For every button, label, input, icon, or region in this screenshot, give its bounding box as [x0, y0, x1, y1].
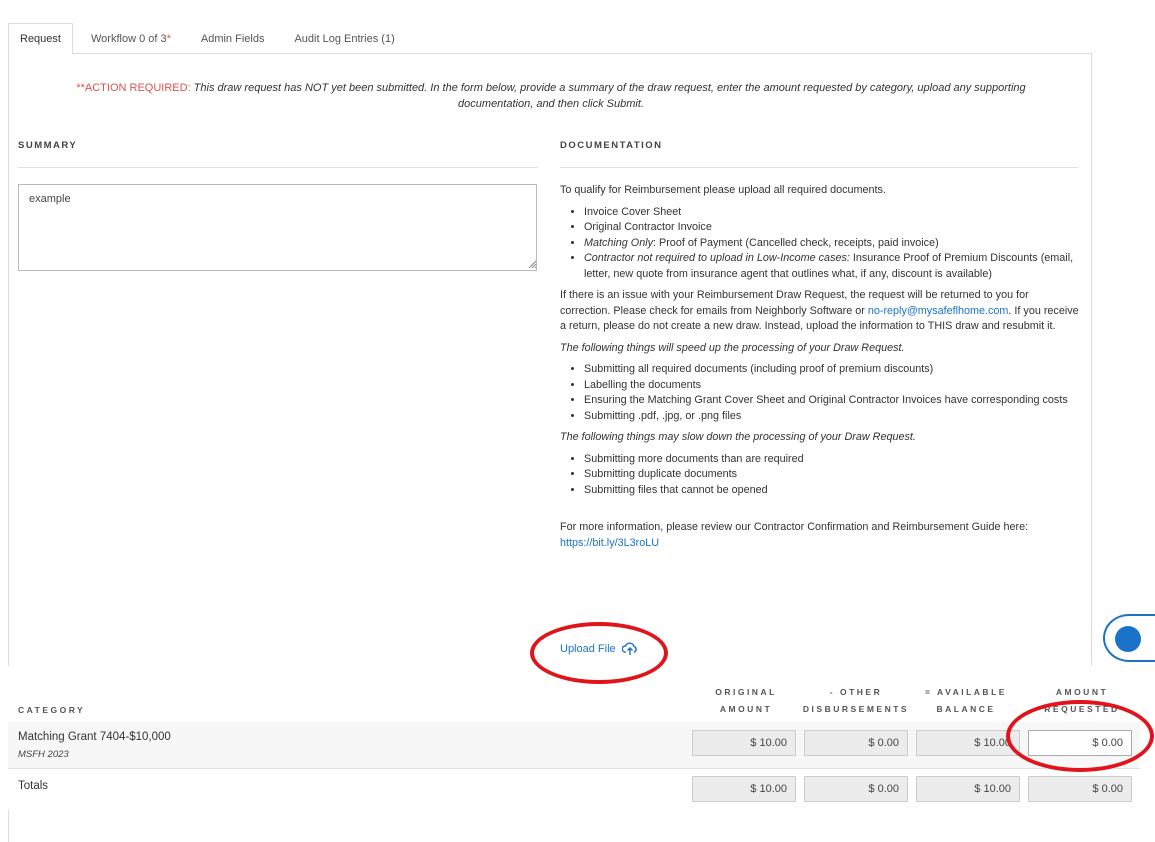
- summary-textarea[interactable]: example: [18, 184, 537, 271]
- column-header-category: CATEGORY: [18, 705, 86, 715]
- tab-request[interactable]: Request: [8, 23, 73, 54]
- documentation-divider: [560, 167, 1078, 168]
- documentation-heading: DOCUMENTATION: [560, 140, 663, 151]
- resize-grip-icon[interactable]: [528, 260, 536, 268]
- speed-up-list: Submitting all required documents (inclu…: [584, 362, 1082, 424]
- column-header-available-balance: = AVAILABLE BALANCE: [925, 687, 1007, 714]
- documentation-text: To qualify for Reimbursement please uplo…: [560, 183, 1082, 557]
- list-item: Submitting .pdf, .jpg, or .png files: [584, 409, 1082, 425]
- list-item: Original Contractor Invoice: [584, 220, 1082, 236]
- list-item: Ensuring the Matching Grant Cover Sheet …: [584, 393, 1082, 409]
- column-header-amount-requested: AMOUNT REQUESTED: [1044, 687, 1120, 714]
- left-border: [8, 810, 9, 842]
- support-email-link[interactable]: no-reply@mysafeflhome.com: [868, 305, 1009, 317]
- issue-paragraph: If there is an issue with your Reimburse…: [560, 289, 1079, 332]
- action-required-notice: **ACTION REQUIRED: This draw request has…: [76, 82, 1026, 110]
- summary-heading: SUMMARY: [18, 140, 78, 151]
- list-item: Contractor not required to upload in Low…: [584, 251, 1082, 282]
- row-divider: [8, 768, 1140, 769]
- amount-requested-input[interactable]: $ 0.00: [1028, 730, 1132, 756]
- category-program: MSFH 2023: [18, 749, 69, 760]
- total-original-amount: $ 10.00: [692, 776, 796, 802]
- column-header-other-disbursements: - OTHER DISBURSEMENTS: [802, 687, 910, 714]
- summary-divider: [18, 167, 538, 168]
- cloud-upload-icon: [621, 642, 637, 655]
- tab-workflow[interactable]: Workflow 0 of 3 *: [79, 23, 183, 53]
- required-documents-list: Invoice Cover Sheet Original Contractor …: [584, 205, 1082, 283]
- guide-link[interactable]: https://bit.ly/3L3roLU: [560, 536, 1082, 552]
- category-name: Matching Grant 7404-$10,000: [18, 731, 171, 743]
- list-item: Submitting files that cannot be opened: [584, 483, 1082, 499]
- column-header-original-amount: ORIGINAL AMOUNT: [715, 687, 777, 714]
- list-item: Submitting more documents than are requi…: [584, 452, 1082, 468]
- total-available-balance: $ 10.00: [916, 776, 1020, 802]
- help-icon[interactable]: [1103, 614, 1155, 662]
- tab-bar: Request Workflow 0 of 3 * Admin Fields Au…: [8, 23, 1092, 54]
- list-item: Invoice Cover Sheet: [584, 205, 1082, 221]
- totals-label: Totals: [18, 780, 49, 792]
- available-balance-value: $ 10.00: [916, 730, 1020, 756]
- original-amount-value: $ 10.00: [692, 730, 796, 756]
- upload-file-button[interactable]: Upload File: [560, 642, 638, 656]
- list-item: Submitting all required documents (inclu…: [584, 362, 1082, 378]
- tab-audit-log[interactable]: Audit Log Entries (1): [282, 23, 406, 53]
- total-other-disbursements: $ 0.00: [804, 776, 908, 802]
- other-disbursements-value: $ 0.00: [804, 730, 908, 756]
- list-item: Matching Only: Proof of Payment (Cancell…: [584, 236, 1082, 252]
- list-item: Submitting duplicate documents: [584, 467, 1082, 483]
- tab-admin-fields[interactable]: Admin Fields: [189, 23, 277, 53]
- slow-down-list: Submitting more documents than are requi…: [584, 452, 1082, 499]
- list-item: Labelling the documents: [584, 378, 1082, 394]
- total-amount-requested: $ 0.00: [1028, 776, 1132, 802]
